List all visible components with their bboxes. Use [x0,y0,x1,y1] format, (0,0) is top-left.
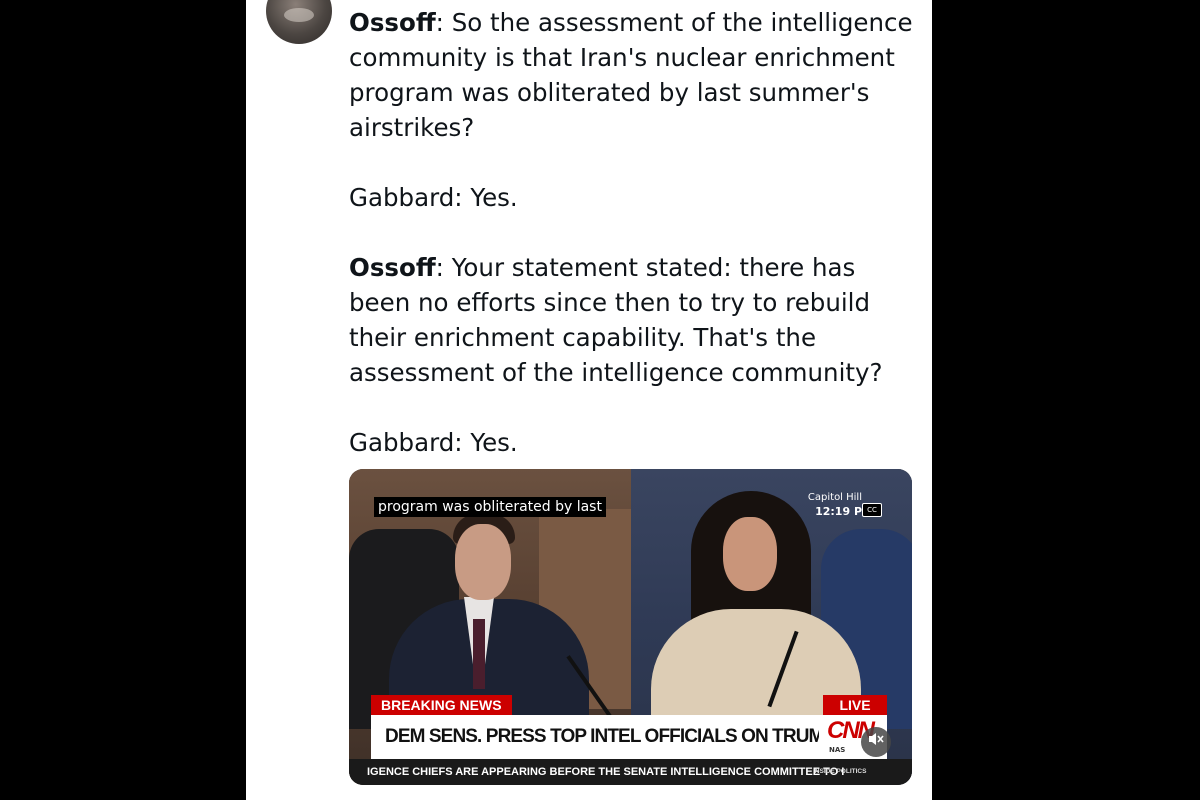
news-ticker: IGENCE CHIEFS ARE APPEARING BEFORE THE S… [349,759,912,785]
paragraph-text: Gabbard: Yes. [349,183,518,212]
avatar[interactable] [266,0,332,44]
post-text: Ossoff: So the assessment of the intelli… [349,5,919,495]
post-panel: Ossoff: So the assessment of the intelli… [246,0,932,800]
speaker-name: Ossoff [349,8,436,37]
post-paragraph-2: Gabbard: Yes. [349,180,919,215]
ticker-segment-label: INSIDE POLITICS [813,768,867,775]
location-label: Capitol Hill [807,492,862,503]
post-paragraph-3: Ossoff: Your statement stated: there has… [349,250,919,390]
embedded-video[interactable]: program was obliterated by last Capitol … [349,469,912,785]
closed-caption: program was obliterated by last [374,497,606,517]
speaker-name: Ossoff [349,253,436,282]
speaker-muted-icon[interactable] [861,727,891,757]
live-badge: LIVE [823,695,887,715]
post-paragraph-4: Gabbard: Yes. [349,425,919,460]
speaker-glyph [869,733,884,745]
paragraph-text: Gabbard: Yes. [349,428,518,457]
source-label: Capitol Hill 12:19 P [808,491,862,519]
market-ticker-label: NAS [829,746,846,754]
ossoff-tie [473,619,485,689]
gabbard-face [723,517,777,591]
ossoff-head [455,524,511,600]
chyron-headline: DEM SENS. PRESS TOP INTEL OFFICIALS ON T… [371,715,833,759]
post-paragraph-1: Ossoff: So the assessment of the intelli… [349,5,919,145]
closed-captions-icon[interactable]: CC [862,503,882,517]
time-label: 12:19 P [815,505,862,518]
ticker-text: IGENCE CHIEFS ARE APPEARING BEFORE THE S… [367,766,845,778]
breaking-news-label: BREAKING NEWS [371,695,512,715]
